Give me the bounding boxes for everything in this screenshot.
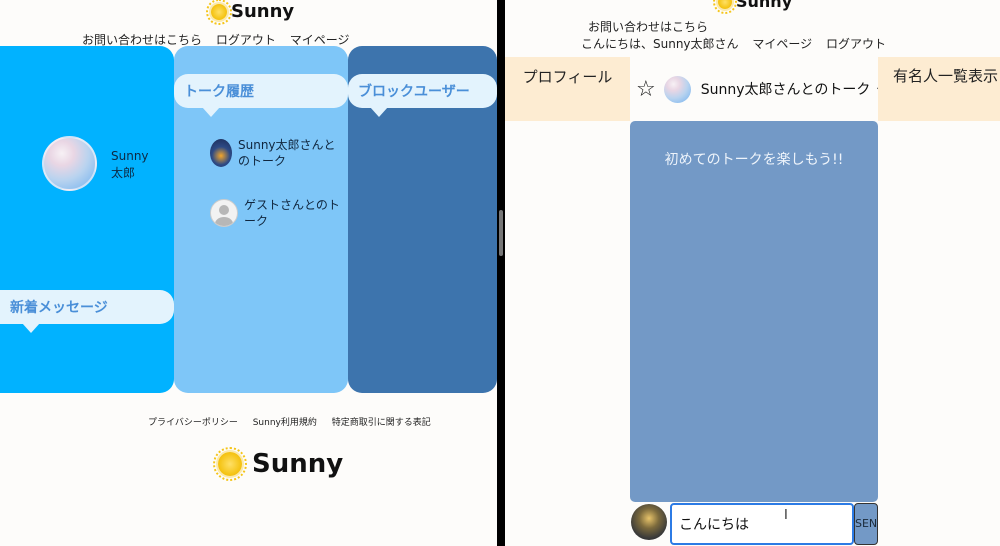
send-button[interactable]: SEND xyxy=(854,503,878,545)
talk-title: Sunny太郎さんとのトーク xyxy=(700,82,871,98)
blocked-users-heading: ブロックユーザー xyxy=(348,74,497,117)
profile-column xyxy=(0,46,174,393)
empty-chat-message: 初めてのトークを楽しもう!! xyxy=(664,152,844,168)
partner-avatar xyxy=(663,75,691,103)
header-nav: こんにちは、Sunny太郎さん マイページ ログアウト xyxy=(576,35,891,52)
talk-item[interactable]: ゲストさんとのトーク xyxy=(210,197,345,229)
my-avatar xyxy=(631,504,667,540)
divider-grip-handle[interactable] xyxy=(499,210,503,256)
star-icon[interactable]: ☆ xyxy=(636,77,656,102)
message-input[interactable] xyxy=(670,503,854,545)
sun-icon xyxy=(213,447,247,481)
famous-list-tab[interactable]: 有名人一覧表示 xyxy=(878,57,1000,121)
contact-link[interactable]: お問い合わせはこちら xyxy=(82,33,202,47)
footer-logo-text: Sunny xyxy=(252,449,344,479)
terms-link[interactable]: Sunny利用規約 xyxy=(253,418,317,428)
left-window: Sunny お問い合わせはこちら ログアウト マイページ Sunny 太郎 トー… xyxy=(0,0,497,546)
talk-item-label: Sunny太郎さんとのトーク xyxy=(238,138,336,168)
logo-text: Sunny xyxy=(736,0,793,11)
logout-link[interactable]: ログアウト xyxy=(826,37,886,51)
guest-avatar-icon xyxy=(210,199,238,227)
commercial-law-link[interactable]: 特定商取引に関する表記 xyxy=(332,418,431,428)
talk-history-heading: トーク履歴 xyxy=(174,74,348,117)
talk-item[interactable]: Sunny太郎さんとのトーク xyxy=(210,137,345,169)
split-view-divider[interactable] xyxy=(497,0,505,546)
mypage-link[interactable]: マイページ xyxy=(752,37,812,51)
profile-tab[interactable]: プロフィール xyxy=(505,57,630,121)
new-messages-heading: 新着メッセージ xyxy=(0,290,174,333)
footer-logo[interactable]: Sunny xyxy=(213,447,344,481)
header-logo[interactable]: Sunny xyxy=(713,0,793,14)
talk-item-label: ゲストさんとのトーク xyxy=(244,198,340,228)
talk-title-bar: ☆ Sunny太郎さんとのトーク ⌄ xyxy=(630,57,886,121)
contact-link[interactable]: お問い合わせはこちら xyxy=(588,18,708,35)
logo-text: Sunny xyxy=(231,1,295,22)
logout-link[interactable]: ログアウト xyxy=(216,33,276,47)
talk-avatar xyxy=(210,139,232,167)
mypage-link[interactable]: マイページ xyxy=(290,33,350,47)
user-avatar[interactable] xyxy=(42,136,97,191)
header-logo[interactable]: Sunny xyxy=(206,0,295,25)
sun-icon xyxy=(713,0,737,14)
chat-message-area: 初めてのトークを楽しもう!! xyxy=(630,121,878,502)
footer-links: プライバシーポリシー Sunny利用規約 特定商取引に関する表記 xyxy=(148,415,443,428)
sun-icon xyxy=(206,0,232,25)
right-window: Sunny お問い合わせはこちら こんにちは、Sunny太郎さん マイページ ロ… xyxy=(505,0,1000,546)
greeting-text: こんにちは、Sunny太郎さん xyxy=(581,37,739,51)
talk-header-bar: プロフィール ☆ Sunny太郎さんとのトーク ⌄ 有名人一覧表示 xyxy=(505,57,1000,121)
user-name: Sunny 太郎 xyxy=(111,149,149,180)
privacy-policy-link[interactable]: プライバシーポリシー xyxy=(148,418,238,428)
text-cursor-icon: I xyxy=(784,508,788,523)
